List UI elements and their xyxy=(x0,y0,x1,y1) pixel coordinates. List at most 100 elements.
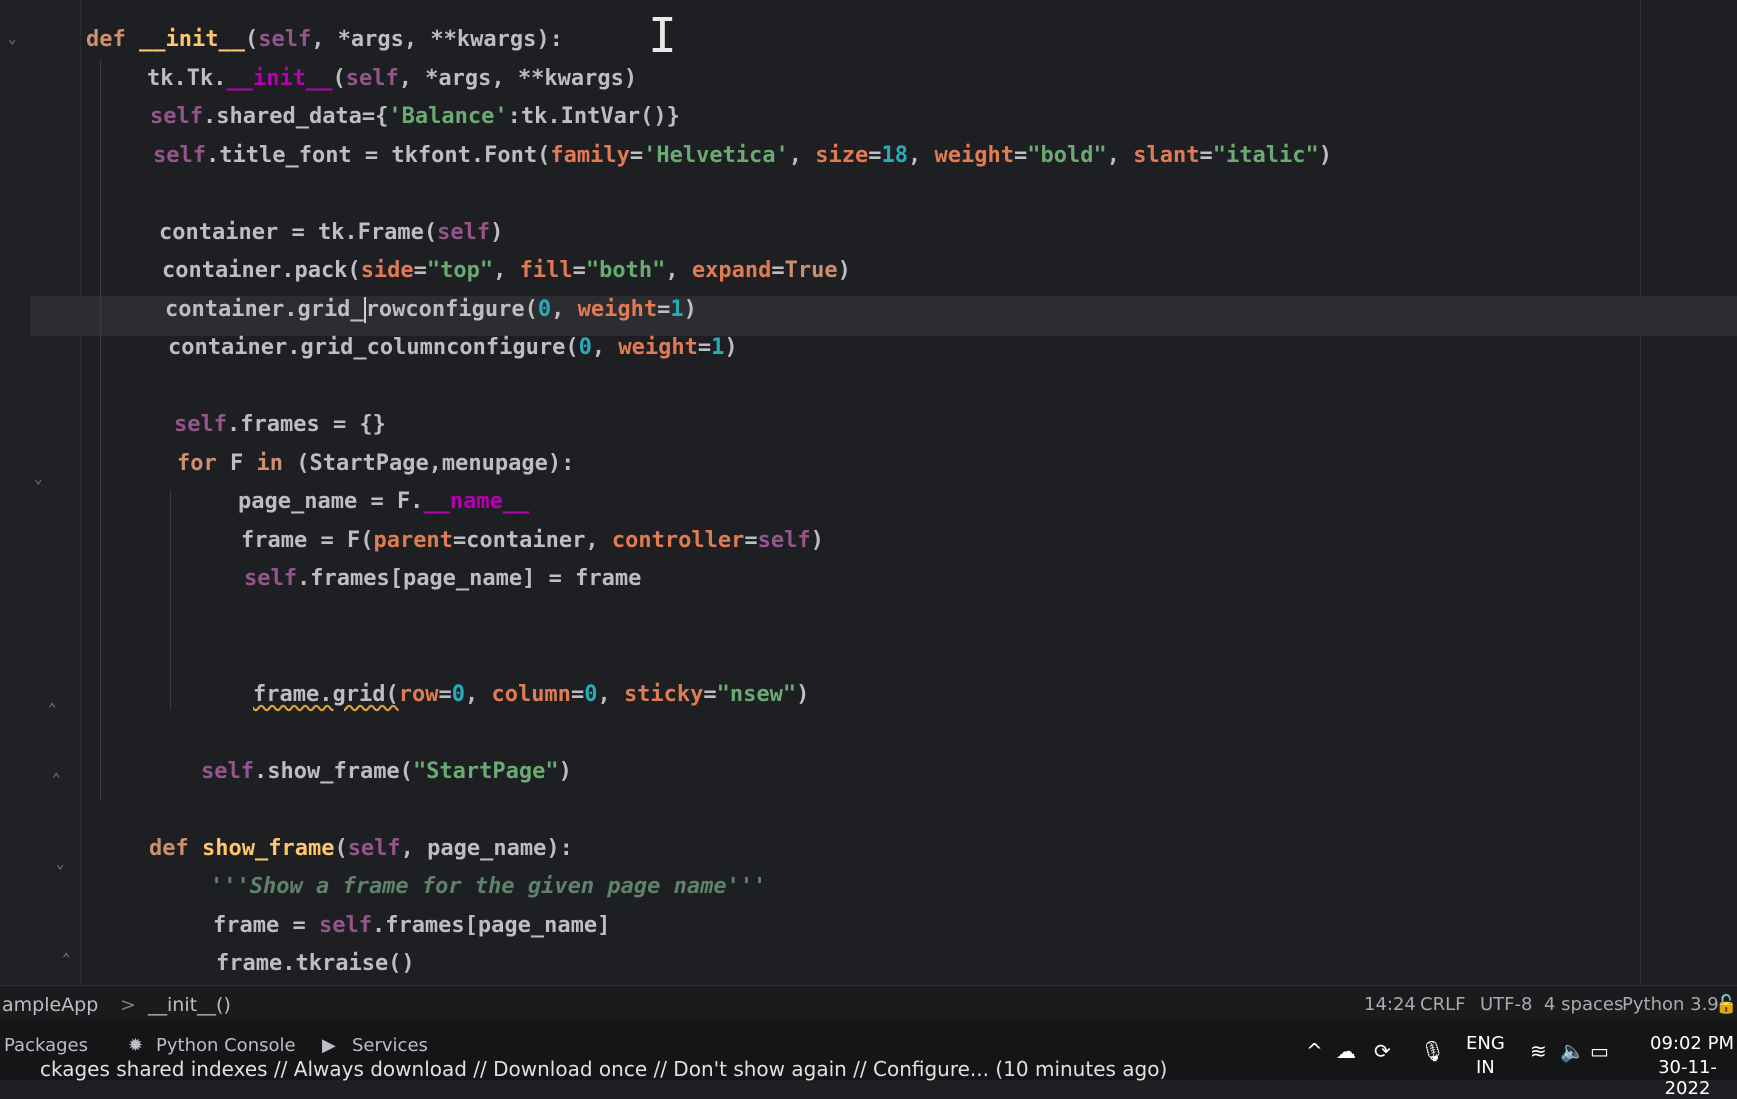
clock-date[interactable]: 30-11-2022 xyxy=(1638,1057,1737,1099)
code-token: , xyxy=(788,142,816,168)
code-token: ) xyxy=(837,258,851,283)
code-line[interactable]: for F in (StartPage,menupage): xyxy=(177,446,574,482)
fold-end-icon[interactable]: ⌃ xyxy=(48,700,62,718)
code-line[interactable]: self.show_frame("StartPage") xyxy=(201,754,572,790)
code-token: slant xyxy=(1133,142,1200,168)
notification-bar[interactable]: ckages shared indexes // Always download… xyxy=(40,1057,1167,1081)
code-token: "bold" xyxy=(1027,142,1107,168)
code-token: .title_font = tkfont.Font( xyxy=(205,142,551,168)
chevron-up-icon[interactable]: ^ xyxy=(1306,1039,1323,1063)
code-token: weight xyxy=(577,296,658,322)
code-token: container.grid_columnconfigure( xyxy=(168,335,579,360)
code-token: self xyxy=(318,912,372,938)
code-token: ) xyxy=(558,758,572,784)
code-line[interactable]: self.title_font = tkfont.Font(family='He… xyxy=(153,138,1332,174)
fold-marker-icon[interactable]: ⌄ xyxy=(56,855,70,873)
code-token: in xyxy=(256,450,297,476)
battery-icon[interactable]: ▭ xyxy=(1590,1039,1609,1063)
code-line[interactable]: def __init__(self, *args, **kwargs): xyxy=(86,22,563,58)
code-token: self xyxy=(347,835,401,861)
code-editor[interactable]: ⌄ ⌄ ⌃ ⌃ ⌄ ⌃ def __init__(self, *args, **… xyxy=(0,0,1737,985)
code-token: = xyxy=(1014,142,1028,168)
code-line[interactable]: frame.grid(row=0, column=0, sticky="nsew… xyxy=(253,677,809,713)
code-token: page_name = F. xyxy=(238,489,424,514)
code-token: .frames[page_name] = frame xyxy=(296,566,642,591)
code-line[interactable]: container.grid_rowconfigure(0, weight=1) xyxy=(165,292,697,328)
cloud-icon[interactable]: ☁ xyxy=(1336,1039,1356,1063)
interpreter[interactable]: Python 3.9 xyxy=(1622,994,1719,1015)
code-token: ( xyxy=(244,27,259,52)
language-bottom[interactable]: IN xyxy=(1476,1057,1495,1078)
code-line[interactable]: container = tk.Frame(self) xyxy=(159,215,503,251)
code-line[interactable]: frame = self.frames[page_name] xyxy=(213,908,610,944)
code-token: side xyxy=(360,258,414,283)
code-token: , xyxy=(551,296,578,322)
code-line[interactable]: self.frames[page_name] = frame xyxy=(244,561,641,597)
tool-window-python-console[interactable]: Python Console xyxy=(156,1035,296,1056)
file-encoding[interactable]: UTF-8 xyxy=(1480,994,1532,1015)
volume-icon[interactable]: 🔈 xyxy=(1560,1039,1585,1063)
clock-time[interactable]: 09:02 PM xyxy=(1650,1033,1734,1054)
code-line[interactable]: self.frames = {} xyxy=(174,407,386,443)
text-cursor-icon: I xyxy=(648,8,677,64)
fold-end-icon[interactable]: ⌃ xyxy=(62,950,76,968)
code-line[interactable]: page_name = F.__name__ xyxy=(238,484,529,520)
code-token: __name__ xyxy=(423,489,530,514)
code-token: = xyxy=(570,681,585,707)
code-token: for xyxy=(177,450,230,476)
code-token: , xyxy=(493,258,520,283)
code-line[interactable]: frame = F(parent=container, controller=s… xyxy=(241,523,824,559)
line-ending[interactable]: CRLF xyxy=(1420,994,1465,1015)
fold-marker-icon[interactable]: ⌄ xyxy=(8,30,22,48)
code-token: , xyxy=(665,258,692,283)
code-token: , xyxy=(1106,142,1134,168)
code-token: = xyxy=(413,258,427,283)
fold-marker-icon[interactable]: ⌄ xyxy=(34,470,48,488)
code-token: = xyxy=(771,258,785,283)
code-line[interactable]: def show_frame(self, page_name): xyxy=(149,831,573,867)
indent-setting[interactable]: 4 spaces xyxy=(1544,994,1623,1015)
code-token: self xyxy=(437,219,491,245)
code-token: expand xyxy=(691,258,772,283)
code-token: self xyxy=(244,566,297,591)
microphone-icon[interactable]: 🎙 xyxy=(1420,1039,1445,1063)
code-line[interactable]: container.grid_columnconfigure(0, weight… xyxy=(168,330,738,366)
code-token: __init__ xyxy=(138,27,245,52)
tool-window-packages[interactable]: Packages xyxy=(4,1035,88,1056)
caret-position[interactable]: 14:24 xyxy=(1364,994,1416,1015)
code-line[interactable]: container.pack(side="top", fill="both", … xyxy=(162,253,851,289)
breadcrumb-method[interactable]: __init__() xyxy=(148,994,231,1016)
code-token: self xyxy=(153,142,206,168)
indent-guide xyxy=(100,60,101,800)
sync-icon[interactable]: ⟳ xyxy=(1374,1039,1391,1063)
code-token: "nsew" xyxy=(716,681,797,707)
code-token: container.pack( xyxy=(162,258,361,283)
code-line[interactable]: '''Show a frame for the given page name'… xyxy=(210,869,766,905)
language-top[interactable]: ENG xyxy=(1466,1033,1505,1054)
code-token: 'Balance' xyxy=(388,104,508,129)
code-token: frame = xyxy=(213,912,319,938)
code-token: "both" xyxy=(585,258,666,283)
code-token: sticky xyxy=(623,681,704,707)
code-token: self xyxy=(345,65,399,91)
tool-window-services[interactable]: Services xyxy=(352,1035,428,1056)
code-token: , xyxy=(591,335,619,360)
code-token: , *args, **kwargs) xyxy=(398,65,638,91)
code-token: , xyxy=(908,142,935,168)
breadcrumb-class[interactable]: ampleApp xyxy=(2,994,98,1016)
fold-end-icon[interactable]: ⌃ xyxy=(52,770,66,788)
code-token: weight xyxy=(618,335,698,360)
code-line[interactable]: frame.tkraise() xyxy=(216,946,415,982)
wifi-icon[interactable]: ≋ xyxy=(1530,1039,1547,1063)
code-token: :tk.IntVar()} xyxy=(507,104,680,129)
code-token: = xyxy=(438,681,452,707)
lock-icon[interactable]: 🔓 xyxy=(1715,994,1737,1015)
breadcrumb: ampleApp > __init__() 14:24 CRLF UTF-8 4… xyxy=(0,985,1737,1022)
editor-gutter: ⌄ ⌄ ⌃ ⌃ ⌄ ⌃ xyxy=(0,0,81,985)
code-line[interactable]: self.shared_data={'Balance':tk.IntVar()} xyxy=(150,99,680,135)
code-token: ( xyxy=(332,65,346,91)
code-token: frame = F( xyxy=(241,527,374,553)
code-line[interactable]: tk.Tk.__init__(self, *args, **kwargs) xyxy=(147,61,637,97)
python-console-icon: ✹ xyxy=(128,1035,144,1056)
code-token: = xyxy=(697,335,712,360)
